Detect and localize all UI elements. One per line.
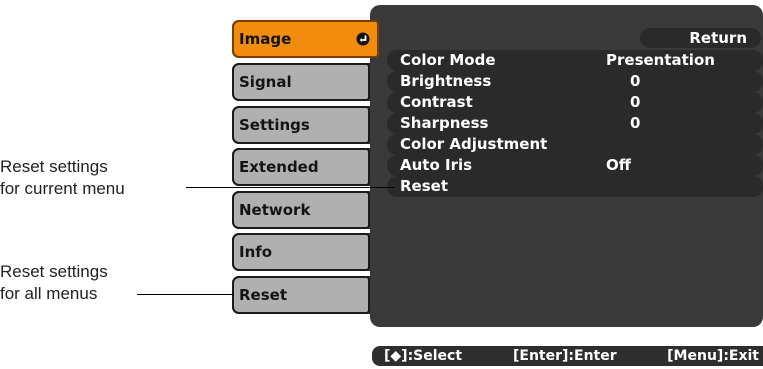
callout-reset-all-menus: Reset settings for all menus [0,261,108,305]
tab-extended-label: Extended [232,148,370,186]
tab-reset[interactable]: Reset [232,276,379,314]
tab-signal-label: Signal [232,63,370,101]
menu-item-value: 0 [630,93,641,111]
callout-current-line1: Reset settings [0,157,108,176]
tab-signal[interactable]: Signal [232,63,379,101]
menu-item-color-mode[interactable]: Color Mode Presentation [387,50,763,71]
menu-item-label: Color Mode [400,51,496,69]
tab-reset-label: Reset [232,276,370,314]
tab-extended[interactable]: Extended [232,148,379,186]
callout-all-leader-line [137,294,234,295]
tab-network[interactable]: Network [232,191,379,229]
callout-current-leader-line [186,187,394,188]
menu-item-contrast[interactable]: Contrast 0 [387,92,763,113]
enter-hint: [Enter]:Enter [513,348,617,364]
menu-item-sharpness[interactable]: Sharpness 0 [387,113,763,134]
menu-item-value: Presentation [606,51,715,69]
menu-item-brightness[interactable]: Brightness 0 [387,71,763,92]
tab-network-label: Network [232,191,370,229]
menu-item-label: Brightness [400,72,492,90]
menu-item-label: Contrast [400,93,473,111]
menu-item-label: Reset [400,177,448,195]
tab-settings[interactable]: Settings [232,106,379,144]
select-hint: [◆]:Select [384,348,463,364]
menu-item-value: 0 [630,72,641,90]
tab-info[interactable]: Info [232,233,379,271]
callout-reset-current-menu: Reset settings for current menu [0,156,125,200]
menu-item-value: 0 [630,114,641,132]
menu-item-label: Sharpness [400,114,489,132]
exit-hint: [Menu]:Exit [667,348,759,364]
footer-hint-bar: [◆]:Select [Enter]:Enter [Menu]:Exit [372,346,763,366]
menu-item-value: Off [606,156,631,174]
menu-item-auto-iris[interactable]: Auto Iris Off [387,155,763,176]
callout-current-line2: for current menu [0,179,125,198]
callout-all-line1: Reset settings [0,262,108,281]
menu-item-label: Color Adjustment [400,135,548,153]
menu-item-reset[interactable]: Reset [387,176,763,197]
menu-item-color-adjustment[interactable]: Color Adjustment [387,134,763,155]
enter-icon [356,32,370,46]
tab-image[interactable]: Image [232,20,379,58]
tab-image-label: Image [239,30,292,48]
tab-info-label: Info [232,233,370,271]
menu-item-label: Auto Iris [400,156,473,174]
tab-settings-label: Settings [232,106,370,144]
callout-all-line2: for all menus [0,284,98,303]
return-button[interactable]: Return [640,28,761,48]
